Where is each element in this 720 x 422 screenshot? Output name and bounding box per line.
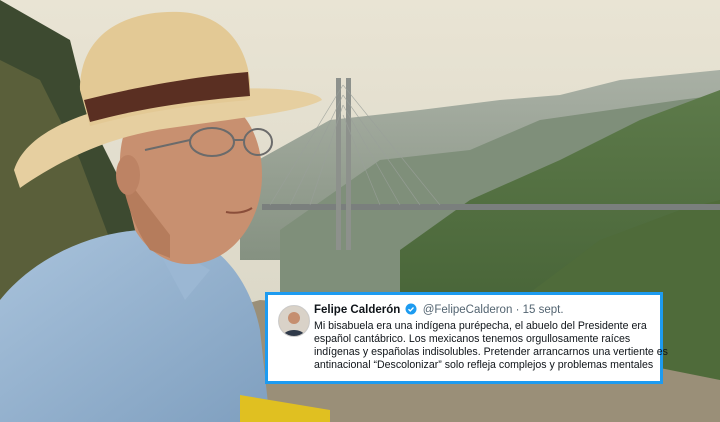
author-handle[interactable]: @FelipeCalderon [423, 304, 513, 316]
tweet-text-line: antinacional “Descolonizar” solo refleja… [314, 359, 654, 371]
avatar-portrait-icon [279, 306, 309, 336]
tweet-header: Felipe Calderón @FelipeCalderon · 15 sep… [314, 303, 650, 317]
separator-dot: · [515, 304, 520, 316]
tweet-date[interactable]: 15 sept. [523, 304, 564, 316]
tweet-card[interactable]: Felipe Calderón @FelipeCalderon · 15 sep… [265, 292, 668, 384]
tweet-text-line: Mi bisabuela era una indígena purépecha,… [314, 320, 647, 332]
tweet-text-line: español cantábrico. Los mexicanos tenemo… [314, 333, 631, 345]
avatar[interactable] [278, 305, 310, 337]
tweet-text-line: indígenas y españolas indisolubles. Pret… [314, 346, 668, 358]
tweet-text: Mi bisabuela era una indígena purépecha,… [314, 320, 668, 372]
author-name[interactable]: Felipe Calderón [314, 304, 400, 316]
verified-badge-icon [405, 303, 417, 315]
